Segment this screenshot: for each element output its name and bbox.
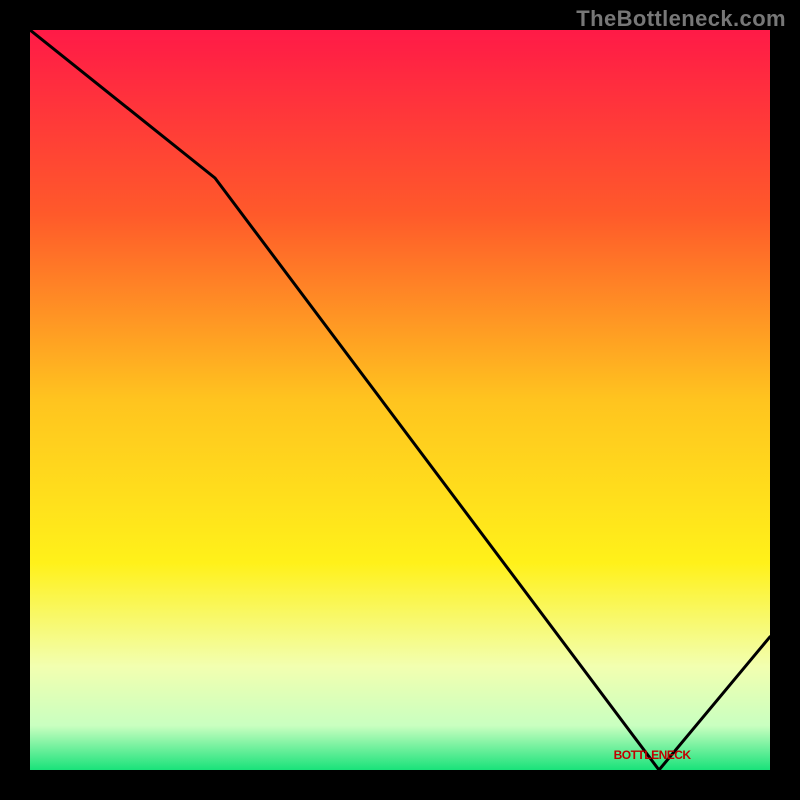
minimum-label: BOTTLENECK xyxy=(614,748,691,762)
plot-area xyxy=(30,30,770,770)
chart-frame: TheBottleneck.com BOTTLENECK xyxy=(0,0,800,800)
watermark-text: TheBottleneck.com xyxy=(576,6,786,32)
bottleneck-chart xyxy=(30,30,770,770)
gradient-background xyxy=(30,30,770,770)
